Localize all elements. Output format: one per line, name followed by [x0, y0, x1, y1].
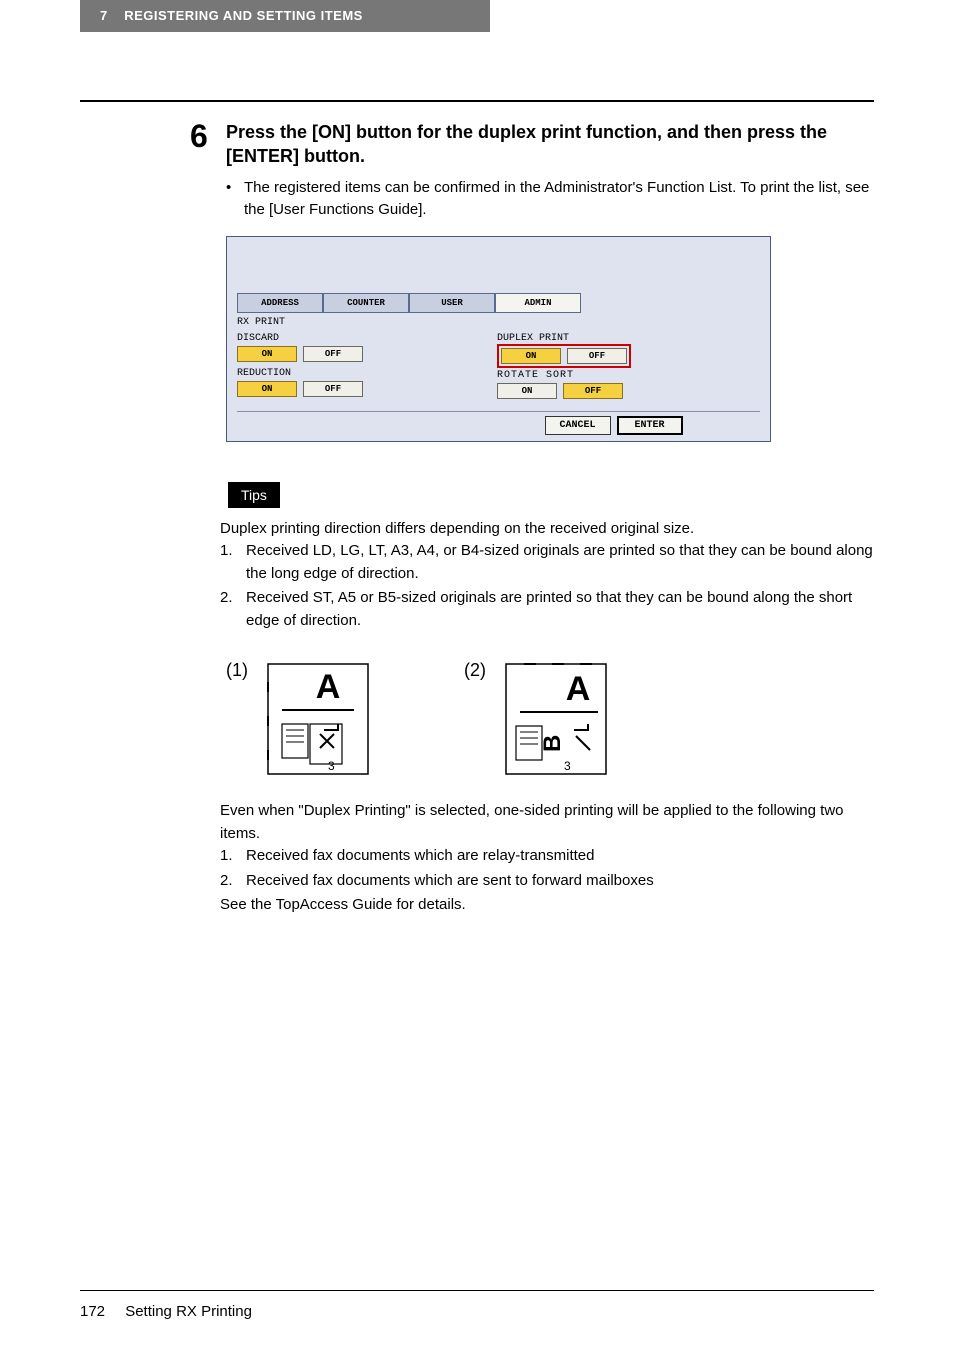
chapter-title: REGISTERING AND SETTING ITEMS	[124, 8, 363, 23]
diagram-1: (1) A 3	[226, 660, 374, 780]
svg-text:B: B	[539, 735, 566, 752]
tips-note: Even when "Duplex Printing" is selected,…	[220, 800, 874, 845]
tips-item-2-text: Received ST, A5 or B5-sized originals ar…	[246, 587, 874, 632]
duplex-on-button[interactable]: ON	[501, 348, 561, 364]
page-number: 172	[80, 1303, 105, 1320]
num-marker: 1.	[220, 845, 246, 868]
svg-text:A: A	[316, 668, 341, 706]
chapter-number: 7	[100, 8, 108, 23]
red-highlight-box: ON OFF	[497, 344, 631, 368]
diagram-2: (2) A B 3	[464, 660, 612, 780]
top-rule	[80, 100, 874, 102]
tab-counter[interactable]: COUNTER	[323, 293, 409, 313]
page-footer: 172 Setting RX Printing	[80, 1290, 874, 1320]
num-marker: 2.	[220, 870, 246, 893]
step-6: 6 Press the [ON] button for the duplex p…	[190, 120, 874, 442]
tips-item-1-text: Received LD, LG, LT, A3, A4, or B4-sized…	[246, 540, 874, 585]
svg-text:A: A	[566, 670, 591, 708]
duplex-print-label: DUPLEX PRINT	[497, 333, 757, 344]
tab-user[interactable]: USER	[409, 293, 495, 313]
chapter-header: 7 REGISTERING AND SETTING ITEMS	[80, 0, 490, 32]
admin-screen: ADDRESS COUNTER USER ADMIN RX PRINT DISC…	[226, 236, 771, 442]
rotate-off-button[interactable]: OFF	[563, 383, 623, 399]
svg-text:3: 3	[564, 759, 571, 773]
reduction-off-button[interactable]: OFF	[303, 381, 363, 397]
diagram-2-label: (2)	[464, 660, 486, 681]
rx-print-label: RX PRINT	[237, 317, 760, 328]
tips-intro: Duplex printing direction differs depend…	[220, 518, 874, 541]
tips-closing: See the TopAccess Guide for details.	[220, 894, 874, 917]
rotate-on-button[interactable]: ON	[497, 383, 557, 399]
note-item-1-text: Received fax documents which are relay-t…	[246, 845, 595, 868]
step-bullet: • The registered items can be confirmed …	[226, 177, 874, 222]
tips-item-1: 1. Received LD, LG, LT, A3, A4, or B4-si…	[220, 540, 874, 585]
footer-title: Setting RX Printing	[125, 1303, 252, 1320]
diagram-1-label: (1)	[226, 660, 248, 681]
note-item-2-text: Received fax documents which are sent to…	[246, 870, 654, 893]
bullet-dot: •	[226, 177, 244, 222]
cancel-button[interactable]: CANCEL	[545, 416, 611, 435]
tips-item-2: 2. Received ST, A5 or B5-sized originals…	[220, 587, 874, 632]
duplex-off-button[interactable]: OFF	[567, 348, 627, 364]
num-marker: 2.	[220, 587, 246, 632]
note-item-2: 2. Received fax documents which are sent…	[220, 870, 874, 893]
step-title: Press the [ON] button for the duplex pri…	[226, 120, 874, 169]
tips-badge: Tips	[228, 482, 280, 508]
rotate-sort-label: ROTATE SORT	[497, 370, 757, 381]
num-marker: 1.	[220, 540, 246, 585]
enter-button[interactable]: ENTER	[617, 416, 683, 435]
reduction-label: REDUCTION	[237, 368, 497, 379]
note-item-1: 1. Received fax documents which are rela…	[220, 845, 874, 868]
discard-label: DISCARD	[237, 333, 497, 344]
tab-bar: ADDRESS COUNTER USER ADMIN	[227, 293, 770, 313]
tab-address[interactable]: ADDRESS	[237, 293, 323, 313]
bullet-text: The registered items can be confirmed in…	[244, 177, 874, 222]
reduction-on-button[interactable]: ON	[237, 381, 297, 397]
long-edge-diagram-icon: A 3	[264, 660, 374, 780]
tab-admin[interactable]: ADMIN	[495, 293, 581, 313]
discard-on-button[interactable]: ON	[237, 346, 297, 362]
discard-off-button[interactable]: OFF	[303, 346, 363, 362]
step-number: 6	[190, 120, 214, 442]
svg-text:3: 3	[328, 759, 335, 773]
short-edge-diagram-icon: A B 3	[502, 660, 612, 780]
